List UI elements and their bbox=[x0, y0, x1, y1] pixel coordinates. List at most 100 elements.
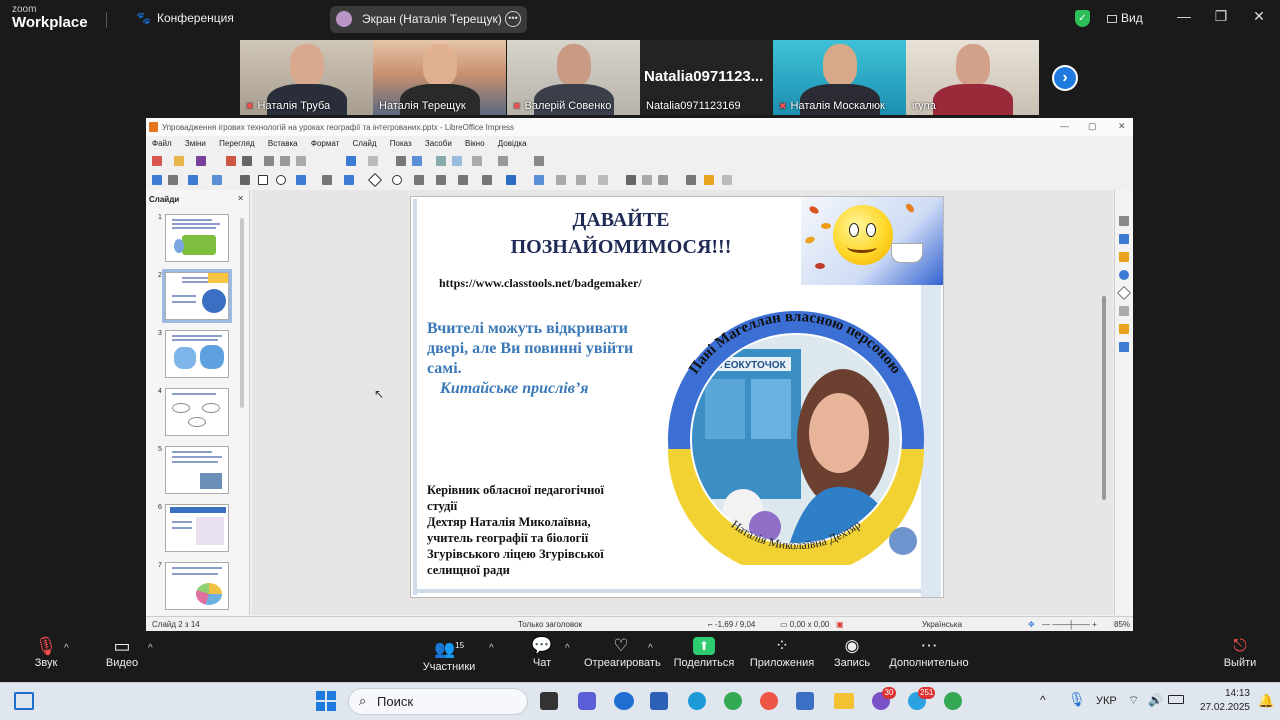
print-icon[interactable] bbox=[242, 156, 252, 166]
show-hidden-icons-chevron-icon[interactable]: ^ bbox=[1040, 693, 1046, 707]
flowchart-icon[interactable] bbox=[436, 175, 446, 185]
maximize-icon[interactable]: ❐ bbox=[1211, 8, 1231, 25]
lo-maximize-icon[interactable]: ▢ bbox=[1088, 121, 1097, 132]
symbol-shapes-icon[interactable] bbox=[392, 175, 402, 185]
zoom-icon[interactable] bbox=[168, 175, 178, 185]
shapes-icon[interactable] bbox=[1119, 342, 1129, 352]
windows-start-icon[interactable] bbox=[316, 691, 336, 711]
chrome-icon[interactable] bbox=[724, 692, 742, 710]
participants-chevron-icon[interactable]: ^ bbox=[489, 643, 494, 654]
react-chevron-icon[interactable]: ^ bbox=[648, 643, 653, 654]
paste-icon[interactable] bbox=[296, 156, 306, 166]
meeting-info-button[interactable]: 🐾 Конференция bbox=[136, 11, 234, 25]
copy-icon[interactable] bbox=[280, 156, 290, 166]
redo-icon[interactable] bbox=[368, 156, 378, 166]
menu-window[interactable]: Вікно bbox=[465, 139, 484, 148]
chat-button[interactable]: 💬 Чат bbox=[522, 635, 562, 679]
slide-thumbnail-1[interactable] bbox=[165, 214, 229, 262]
close-panel-icon[interactable]: ✕ bbox=[237, 194, 244, 203]
chrome-profile-icon[interactable] bbox=[760, 692, 778, 710]
rotate-icon[interactable] bbox=[534, 175, 544, 185]
minimize-icon[interactable]: — bbox=[1174, 8, 1194, 24]
spellcheck-icon[interactable] bbox=[412, 156, 422, 166]
edge-icon[interactable] bbox=[688, 692, 706, 710]
new-doc-icon[interactable] bbox=[152, 156, 162, 166]
input-language-indicator[interactable]: УКР bbox=[1096, 695, 1117, 707]
line-tool-icon[interactable] bbox=[240, 175, 250, 185]
unsaved-changes-icon[interactable]: ▣ bbox=[836, 620, 844, 629]
menu-view[interactable]: Перегляд bbox=[219, 139, 255, 148]
teams-icon[interactable] bbox=[578, 692, 596, 710]
menu-help[interactable]: Довідка bbox=[498, 139, 527, 148]
slide-transition-icon[interactable] bbox=[1119, 234, 1129, 244]
find-icon[interactable] bbox=[396, 156, 406, 166]
file-explorer-icon[interactable] bbox=[834, 693, 854, 709]
desktop-widget-icon[interactable] bbox=[14, 692, 34, 710]
vertical-scrollbar[interactable] bbox=[1102, 296, 1106, 500]
export-pdf-icon[interactable] bbox=[226, 156, 236, 166]
arrow-line-icon[interactable] bbox=[296, 175, 306, 185]
participant-tile-active-speaker[interactable]: Наталія Терещук bbox=[373, 40, 506, 115]
share-button[interactable]: ⬆ Поделиться bbox=[672, 635, 736, 679]
shadow-icon[interactable] bbox=[626, 175, 636, 185]
participant-tile[interactable]: ✖ Наталія Москалюк bbox=[773, 40, 906, 115]
slide-layout-icon[interactable] bbox=[534, 156, 544, 166]
participant-tile[interactable]: ✖ Наталія Труба bbox=[240, 40, 373, 115]
chat-chevron-icon[interactable]: ^ bbox=[565, 643, 570, 654]
toggle-extrusion-icon[interactable] bbox=[722, 175, 732, 185]
glue-points-icon[interactable] bbox=[704, 175, 714, 185]
react-button[interactable]: ♡ Отреагировать bbox=[584, 635, 661, 679]
block-arrows-icon[interactable] bbox=[414, 175, 424, 185]
apps-button[interactable]: ⁘ Приложения bbox=[748, 635, 816, 679]
encryption-shield-icon[interactable]: ✓ bbox=[1075, 10, 1090, 27]
slide[interactable]: ДАВАЙТЕ ПОЗНАЙОМИМОСЯ!!! https://www.cla… bbox=[410, 196, 944, 598]
slide-thumbnail-3[interactable] bbox=[165, 330, 229, 378]
lo-minimize-icon[interactable]: — bbox=[1060, 121, 1069, 131]
next-participants-button[interactable]: › bbox=[1052, 65, 1078, 91]
master-slide-icon[interactable] bbox=[498, 156, 508, 166]
ellipse-icon[interactable] bbox=[276, 175, 286, 185]
menu-format[interactable]: Формат bbox=[311, 139, 339, 148]
menu-file[interactable]: Файл bbox=[152, 139, 172, 148]
menu-edit[interactable]: Зміни bbox=[185, 139, 206, 148]
align-icon[interactable] bbox=[556, 175, 566, 185]
menu-show[interactable]: Показ bbox=[390, 139, 412, 148]
menu-slide[interactable]: Слайд bbox=[353, 139, 377, 148]
taskbar-search-input[interactable]: ⌕ Поиск bbox=[348, 688, 528, 715]
save-icon[interactable] bbox=[196, 156, 206, 166]
slide-thumbnail-6[interactable] bbox=[165, 504, 229, 552]
curve-icon[interactable] bbox=[322, 175, 332, 185]
animation-icon[interactable] bbox=[1119, 252, 1129, 262]
task-view-icon[interactable] bbox=[540, 692, 558, 710]
master-slides-icon[interactable] bbox=[1119, 270, 1129, 280]
leave-button[interactable]: ⎋ Выйти bbox=[1218, 635, 1262, 679]
slide-thumbnail-5[interactable] bbox=[165, 446, 229, 494]
audio-options-chevron-icon[interactable]: ^ bbox=[64, 643, 69, 654]
connector-icon[interactable] bbox=[344, 175, 354, 185]
video-button[interactable]: ▭ Видео bbox=[98, 635, 146, 679]
fit-slide-icon[interactable]: ✥ bbox=[1028, 620, 1035, 629]
status-zoom-level[interactable]: 85% bbox=[1114, 620, 1130, 629]
menu-insert[interactable]: Вставка bbox=[268, 139, 298, 148]
volume-icon[interactable]: 🔊 bbox=[1148, 693, 1163, 707]
video-options-chevron-icon[interactable]: ^ bbox=[148, 643, 153, 654]
rectangle-icon[interactable] bbox=[258, 175, 268, 185]
menu-tools[interactable]: Засоби bbox=[425, 139, 452, 148]
display-views-icon[interactable] bbox=[472, 156, 482, 166]
record-button[interactable]: ◉ Запись bbox=[828, 635, 876, 679]
screen-share-indicator[interactable]: Экран (Наталія Терещук) ••• bbox=[330, 6, 527, 33]
crop-icon[interactable] bbox=[642, 175, 652, 185]
more-button[interactable]: ⋯ Дополнительно bbox=[886, 635, 972, 679]
word-icon[interactable] bbox=[796, 692, 814, 710]
lo-close-icon[interactable]: ✕ bbox=[1118, 121, 1126, 132]
cut-icon[interactable] bbox=[264, 156, 274, 166]
open-folder-icon[interactable] bbox=[174, 156, 184, 166]
participant-tile-no-video[interactable]: Natalia0971123... Natalia0971123169 bbox=[640, 40, 773, 115]
gallery-icon[interactable] bbox=[1119, 306, 1129, 316]
store-icon[interactable] bbox=[650, 692, 668, 710]
status-language[interactable]: Українська bbox=[922, 620, 962, 629]
fill-color-icon[interactable] bbox=[212, 175, 222, 185]
arrange-icon[interactable] bbox=[576, 175, 586, 185]
microphone-tray-icon[interactable]: 🎙 bbox=[1068, 691, 1086, 708]
points-icon[interactable] bbox=[686, 175, 696, 185]
